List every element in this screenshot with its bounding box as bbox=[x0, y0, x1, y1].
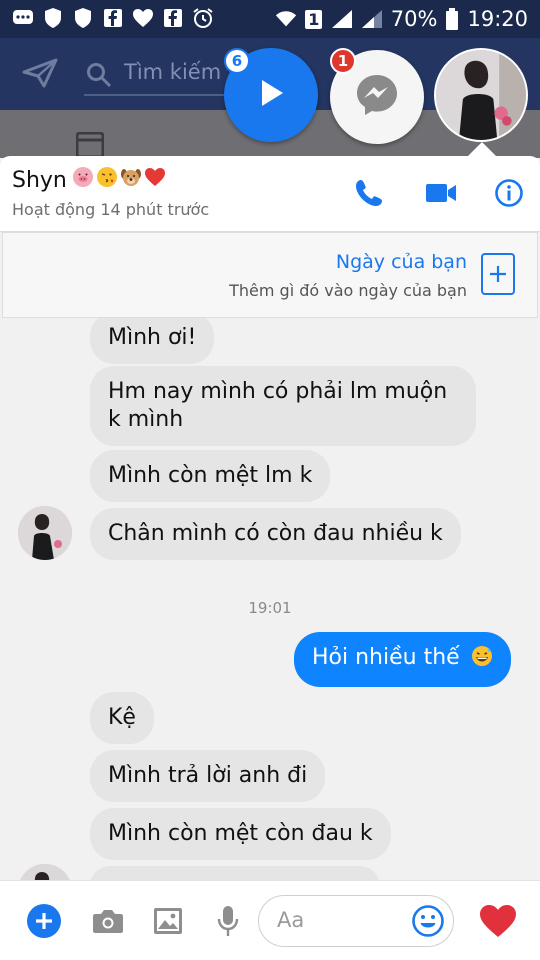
dog-face-emoji bbox=[120, 166, 142, 192]
add-icon bbox=[27, 904, 61, 938]
search-underline bbox=[84, 94, 234, 96]
sender-avatar[interactable] bbox=[18, 864, 72, 880]
message-incoming[interactable]: Chân mình có còn đau nhiều k bbox=[90, 508, 461, 560]
battery-percent: 70% bbox=[390, 7, 438, 31]
pig-face-emoji bbox=[72, 166, 94, 192]
voice-call-button[interactable] bbox=[352, 176, 386, 210]
camera-button[interactable] bbox=[90, 903, 126, 939]
camera-icon bbox=[93, 910, 123, 933]
send-icon[interactable] bbox=[22, 58, 58, 92]
heart-icon bbox=[480, 905, 516, 937]
chat-head-badge: 1 bbox=[330, 48, 356, 74]
image-icon bbox=[154, 908, 182, 934]
message-list[interactable]: Mình ơi! Hm nay mình có phải lm muộn k m… bbox=[0, 318, 540, 880]
conversation-header: Shyn Hoạt động 14 phút trước bbox=[0, 156, 540, 232]
voice-message-button[interactable] bbox=[210, 903, 246, 939]
sender-avatar[interactable] bbox=[18, 506, 72, 560]
messenger-icon bbox=[354, 72, 400, 122]
play-icon bbox=[256, 77, 286, 113]
message-incoming[interactable]: Hm nay mình có phải lm muộn k mình bbox=[90, 366, 476, 446]
message-composer: Aa bbox=[0, 880, 540, 960]
chat-head-badge: 6 bbox=[224, 48, 250, 74]
message-incoming[interactable]: Mình còn mệt lm k bbox=[90, 450, 331, 502]
chat-icon bbox=[12, 7, 34, 29]
sim-indicator: 1 bbox=[305, 8, 323, 30]
avatar bbox=[18, 864, 72, 880]
clock: 19:20 bbox=[467, 7, 528, 31]
your-day-subtitle: Thêm gì đó vào ngày của bạn bbox=[229, 281, 467, 300]
chat-head-pointer bbox=[468, 142, 496, 156]
info-icon bbox=[495, 179, 523, 207]
shield-icon bbox=[72, 7, 94, 29]
facebook-icon bbox=[162, 7, 184, 29]
status-bar: 1 70% 19:20 bbox=[0, 0, 540, 38]
add-to-day-button[interactable] bbox=[481, 253, 515, 295]
contact-name[interactable]: Shyn bbox=[12, 168, 67, 193]
message-incoming[interactable]: Mình còn mệt còn đau k bbox=[90, 808, 391, 860]
message-incoming[interactable]: Mình ơi! bbox=[90, 318, 215, 364]
signal-icon bbox=[331, 8, 353, 30]
kissing-face-emoji bbox=[96, 166, 118, 192]
gallery-button[interactable] bbox=[150, 903, 186, 939]
battery-icon bbox=[445, 8, 459, 30]
message-outgoing[interactable]: Hỏi nhiều thế bbox=[294, 632, 511, 687]
video-camera-icon bbox=[426, 184, 456, 202]
search-input[interactable]: Tìm kiếm bbox=[124, 60, 221, 84]
chat-head-avatar[interactable] bbox=[434, 48, 528, 142]
phone-icon bbox=[356, 180, 382, 206]
facebook-icon bbox=[102, 7, 124, 29]
contact-name-emoji bbox=[72, 166, 166, 192]
contact-active-status: Hoạt động 14 phút trước bbox=[12, 200, 210, 219]
emoji-icon bbox=[412, 905, 444, 937]
signal-icon bbox=[361, 8, 383, 30]
plus-icon bbox=[490, 266, 506, 282]
grinning-sweat-emoji bbox=[471, 645, 493, 675]
message-incoming[interactable]: Mình trả lời anh đi bbox=[90, 750, 326, 802]
timestamp-divider: 19:01 bbox=[248, 599, 292, 617]
message-input[interactable]: Aa bbox=[258, 895, 454, 947]
more-actions-button[interactable] bbox=[26, 903, 62, 939]
message-incoming-partial[interactable] bbox=[90, 866, 380, 880]
conversation-info-button[interactable] bbox=[492, 176, 526, 210]
avatar bbox=[18, 506, 72, 560]
emoji-picker-button[interactable] bbox=[411, 904, 445, 942]
search-icon[interactable] bbox=[86, 62, 112, 92]
message-outgoing-text: Hỏi nhiều thế bbox=[312, 645, 460, 670]
your-day-banner[interactable]: Ngày của bạn Thêm gì đó vào ngày của bạn bbox=[2, 232, 538, 318]
red-heart-emoji bbox=[144, 166, 166, 192]
heart-icon bbox=[132, 7, 154, 29]
your-day-title[interactable]: Ngày của bạn bbox=[336, 251, 467, 273]
avatar bbox=[436, 50, 526, 140]
video-call-button[interactable] bbox=[424, 176, 458, 210]
wifi-icon bbox=[275, 8, 297, 30]
message-input-placeholder: Aa bbox=[277, 908, 305, 932]
shield-icon bbox=[42, 7, 64, 29]
like-button[interactable] bbox=[478, 903, 518, 939]
message-incoming[interactable]: Kệ bbox=[90, 692, 154, 744]
microphone-icon bbox=[217, 906, 239, 936]
alarm-clock-icon bbox=[192, 7, 214, 29]
